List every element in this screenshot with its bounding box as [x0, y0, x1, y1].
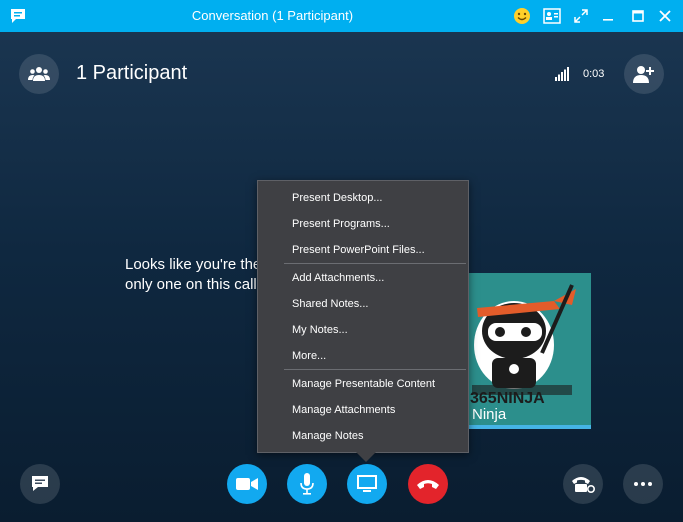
dial-pad-button[interactable]: [563, 464, 603, 504]
add-participant-button[interactable]: [624, 54, 664, 94]
add-person-icon: [633, 66, 654, 83]
chat-bubble-icon: [32, 476, 48, 491]
expand-icon[interactable]: [569, 4, 593, 28]
minimize-icon[interactable]: [596, 4, 620, 28]
video-button[interactable]: [227, 464, 267, 504]
menu-item-more[interactable]: More...: [292, 345, 462, 367]
chat-button[interactable]: [20, 464, 60, 504]
participants-button[interactable]: [19, 54, 59, 94]
alone-message: Looks like you're the only one on this c…: [125, 256, 262, 293]
menu-item-manage-notes[interactable]: Manage Notes: [292, 425, 462, 447]
hang-up-button[interactable]: [408, 464, 448, 504]
video-camera-icon: [236, 478, 258, 490]
microphone-icon: [300, 473, 314, 495]
menu-pointer: [356, 452, 376, 462]
share-screen-button[interactable]: [347, 464, 387, 504]
contact-card-icon[interactable]: [540, 4, 564, 28]
call-timer: 0:03: [583, 68, 605, 80]
menu-separator: [284, 263, 466, 264]
phone-settings-icon: [572, 477, 595, 493]
share-content-menu: Present Desktop... Present Programs... P…: [257, 180, 469, 453]
close-icon[interactable]: [653, 4, 677, 28]
menu-item-present-desktop[interactable]: Present Desktop...: [292, 187, 462, 209]
more-options-button[interactable]: [623, 464, 663, 504]
hang-up-icon: [417, 480, 439, 489]
maximize-icon[interactable]: [626, 4, 650, 28]
ninja-logo-text: 365NINJA: [470, 390, 545, 407]
mute-button[interactable]: [287, 464, 327, 504]
menu-item-manage-presentable-content[interactable]: Manage Presentable Content: [292, 373, 462, 395]
menu-item-my-notes[interactable]: My Notes...: [292, 319, 462, 341]
call-quality-icon[interactable]: [555, 67, 569, 81]
title-bar: Conversation (1 Participant): [0, 0, 683, 32]
menu-item-manage-attachments[interactable]: Manage Attachments: [292, 399, 462, 421]
window-title: Conversation (1 Participant): [191, 8, 354, 23]
participant-name: Ninja: [472, 406, 507, 423]
active-speaker-bar: [462, 425, 591, 429]
emoticon-icon[interactable]: [510, 4, 534, 28]
participant-count: 1 Participant: [76, 62, 188, 84]
menu-separator: [284, 369, 466, 370]
participant-video-tile[interactable]: 365NINJA Ninja: [462, 273, 591, 429]
menu-item-add-attachments[interactable]: Add Attachments...: [292, 267, 462, 289]
monitor-icon: [357, 475, 377, 492]
menu-item-present-powerpoint[interactable]: Present PowerPoint Files...: [292, 239, 462, 261]
people-icon: [28, 67, 50, 81]
menu-item-shared-notes[interactable]: Shared Notes...: [292, 293, 462, 315]
ellipsis-icon: [634, 482, 652, 486]
menu-item-present-programs[interactable]: Present Programs...: [292, 213, 462, 235]
